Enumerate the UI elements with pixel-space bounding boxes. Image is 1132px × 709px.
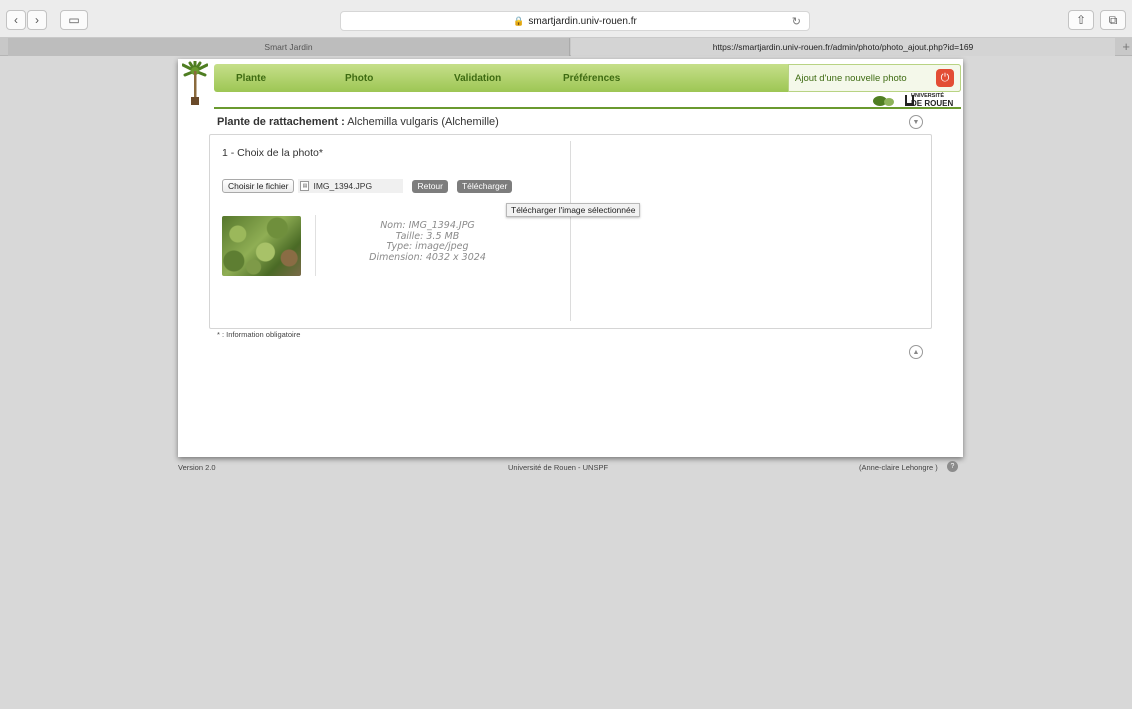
collapse-down-icon[interactable]: ▼	[909, 115, 923, 129]
file-info-nom: Nom: IMG_1394.JPG	[380, 220, 475, 231]
thumb-divider	[315, 215, 316, 276]
address-text: smartjardin.univ-rouen.fr	[528, 15, 637, 27]
nav-item-preferences[interactable]: Préférences	[563, 64, 620, 92]
tree-logo-icon	[182, 61, 208, 105]
new-tab-icon[interactable]: +	[1122, 39, 1130, 54]
help-icon[interactable]: ?	[947, 461, 958, 472]
required-note: * : Information obligatoire	[217, 330, 301, 339]
telecharger-button[interactable]: Télécharger	[456, 179, 513, 193]
nav-item-validation[interactable]: Validation	[454, 64, 501, 92]
plante-label: Plante de rattachement :	[217, 116, 345, 128]
step-title: 1 - Choix de la photo*	[222, 147, 323, 159]
browser-toolbar: ‹ › ▭ 🔒 smartjardin.univ-rouen.fr ↻ ⇧ ⧉	[0, 0, 1132, 38]
power-icon[interactable]: ⏻	[936, 69, 954, 87]
nav-page-header: Ajout d'une nouvelle photo ⏻	[788, 64, 961, 92]
reload-icon[interactable]: ↻	[792, 15, 801, 28]
choose-file-button[interactable]: Choisir le fichier	[222, 179, 295, 193]
address-bar[interactable]: 🔒 smartjardin.univ-rouen.fr ↻	[340, 11, 810, 31]
file-info: Nom: IMG_1394.JPG Taille: 3.5 MB Type: i…	[350, 220, 505, 263]
header-divider	[214, 107, 961, 109]
retour-button[interactable]: Retour	[412, 179, 448, 193]
panel-divider	[570, 141, 571, 321]
university-logo-line2: DE ROUEN	[911, 99, 954, 108]
main-nav: Plante Photo Validation Préférences Ajou…	[214, 64, 961, 92]
tab-photo-ajout[interactable]: https://smartjardin.univ-rouen.fr/admin/…	[571, 38, 1115, 56]
university-logo: UNIVERSITÉ DE ROUEN	[911, 93, 954, 108]
photo-thumbnail	[222, 216, 301, 276]
nav-item-photo[interactable]: Photo	[345, 64, 373, 92]
sidebar-icon[interactable]: ▭	[60, 10, 88, 30]
plante-value: Alchemilla vulgaris (Alchemille)	[347, 116, 499, 128]
tab-smart-jardin[interactable]: Smart Jardin	[8, 38, 570, 56]
file-info-dimension: Dimension: 4032 x 3024	[369, 251, 486, 263]
footer-version: Version 2.0	[178, 463, 216, 472]
upload-tooltip: Télécharger l'image sélectionnée	[506, 203, 641, 217]
file-info-type: Type: image/jpeg	[386, 241, 469, 252]
share-icon[interactable]: ⇧	[1068, 10, 1094, 30]
plante-rattachement: Plante de rattachement : Alchemilla vulg…	[217, 116, 499, 128]
forward-icon[interactable]: ›	[27, 10, 47, 30]
file-icon: ▤	[300, 181, 310, 191]
file-name-text: IMG_1394.JPG	[313, 181, 373, 191]
photo-panel: 1 - Choix de la photo* Choisir le fichie…	[209, 134, 932, 329]
selected-file: ▤ IMG_1394.JPG	[298, 179, 404, 193]
page-heading: Ajout d'une nouvelle photo	[795, 73, 907, 84]
nav-item-plante[interactable]: Plante	[236, 64, 266, 92]
footer-user: (Anne-claire Lehongre )	[859, 463, 938, 472]
footer-university: Université de Rouen - UNSPF	[508, 463, 609, 472]
back-icon[interactable]: ‹	[6, 10, 26, 30]
page-container: Plante Photo Validation Préférences Ajou…	[178, 59, 963, 457]
tab-strip: Smart Jardin https://smartjardin.univ-ro…	[0, 38, 1132, 56]
file-row: Choisir le fichier ▤ IMG_1394.JPG Retour…	[222, 179, 513, 193]
collapse-up-icon[interactable]: ▲	[909, 345, 923, 359]
lock-icon: 🔒	[513, 15, 525, 26]
tabs-overview-icon[interactable]: ⧉	[1100, 10, 1126, 30]
